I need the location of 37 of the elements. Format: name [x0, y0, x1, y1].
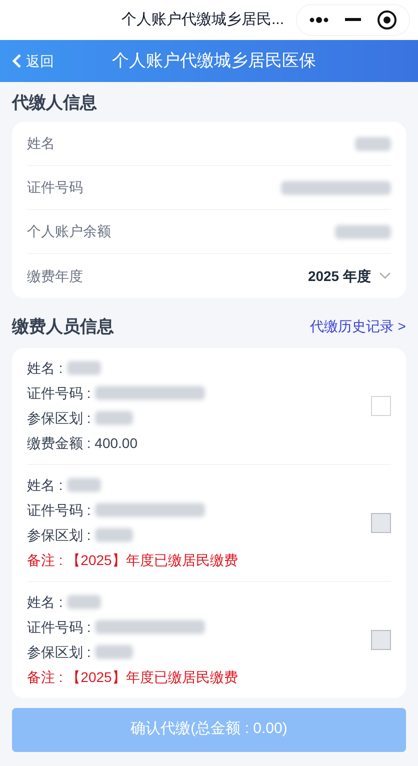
checkbox[interactable]: [371, 396, 391, 416]
redacted-value: [94, 411, 133, 425]
page-title: 个人账户代缴城乡居民医保: [112, 50, 316, 72]
redacted-value: [66, 478, 101, 492]
redacted-value: [66, 361, 101, 375]
name-label: 姓名 :: [27, 358, 63, 378]
id-label: 证件号码 :: [27, 618, 91, 636]
redacted-value: [94, 645, 133, 659]
remark-text: 备注 : 【2025】年度已缴居民缴费: [27, 668, 238, 686]
year-select[interactable]: 2025 年度: [308, 266, 391, 286]
field-label: 缴费年度: [27, 266, 83, 286]
id-label: 证件号码 :: [27, 384, 91, 402]
field-label: 证件号码: [27, 178, 83, 197]
section-heading: 缴费人员信息: [12, 316, 114, 338]
history-link[interactable]: 代缴历史记录 >: [310, 316, 406, 338]
chevron-down-icon: [379, 272, 391, 280]
remark-text: 备注 : 【2025】年度已缴居民缴费: [27, 550, 238, 570]
chevron-left-icon: [12, 54, 22, 68]
redacted-value: [66, 595, 101, 609]
area-label: 参保区划 :: [27, 408, 91, 428]
area-label: 参保区划 :: [27, 526, 91, 544]
section-heading: 代缴人信息: [12, 93, 97, 112]
redacted-value: [335, 224, 391, 238]
close-icon[interactable]: [377, 10, 397, 30]
capsule-title: 个人账户代缴城乡居民...: [121, 10, 284, 30]
id-label: 证件号码 :: [27, 500, 91, 520]
amount-text: 缴费金额 : 400.00: [27, 434, 138, 452]
minimize-icon[interactable]: [345, 18, 361, 22]
more-icon[interactable]: [309, 17, 329, 23]
redacted-value: [94, 528, 133, 542]
name-label: 姓名 :: [27, 592, 63, 612]
field-label: 姓名: [27, 134, 55, 153]
area-label: 参保区划 :: [27, 642, 91, 662]
redacted-value: [355, 136, 391, 150]
name-label: 姓名 :: [27, 476, 63, 494]
capsule-menu[interactable]: [296, 4, 410, 36]
field-label: 个人账户余额: [27, 222, 111, 241]
